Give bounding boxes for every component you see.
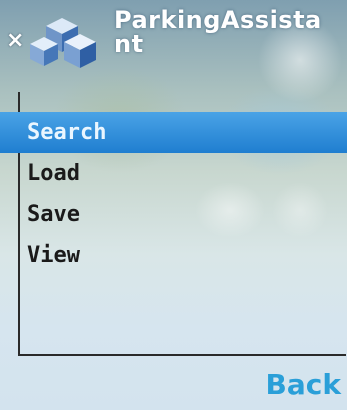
title-bar: × ParkingAssistant	[0, 0, 347, 80]
close-icon[interactable]: ×	[6, 28, 24, 53]
menu-list: Search Load Save View	[0, 112, 347, 276]
back-softkey[interactable]: Back	[266, 368, 341, 401]
puzzle-blocks-icon	[30, 18, 96, 68]
menu-item-search[interactable]: Search	[0, 112, 347, 153]
app-title: ParkingAssistant	[114, 6, 322, 58]
menu-item-view[interactable]: View	[0, 235, 347, 276]
menu-item-load[interactable]: Load	[0, 153, 347, 194]
menu-item-save[interactable]: Save	[0, 194, 347, 235]
